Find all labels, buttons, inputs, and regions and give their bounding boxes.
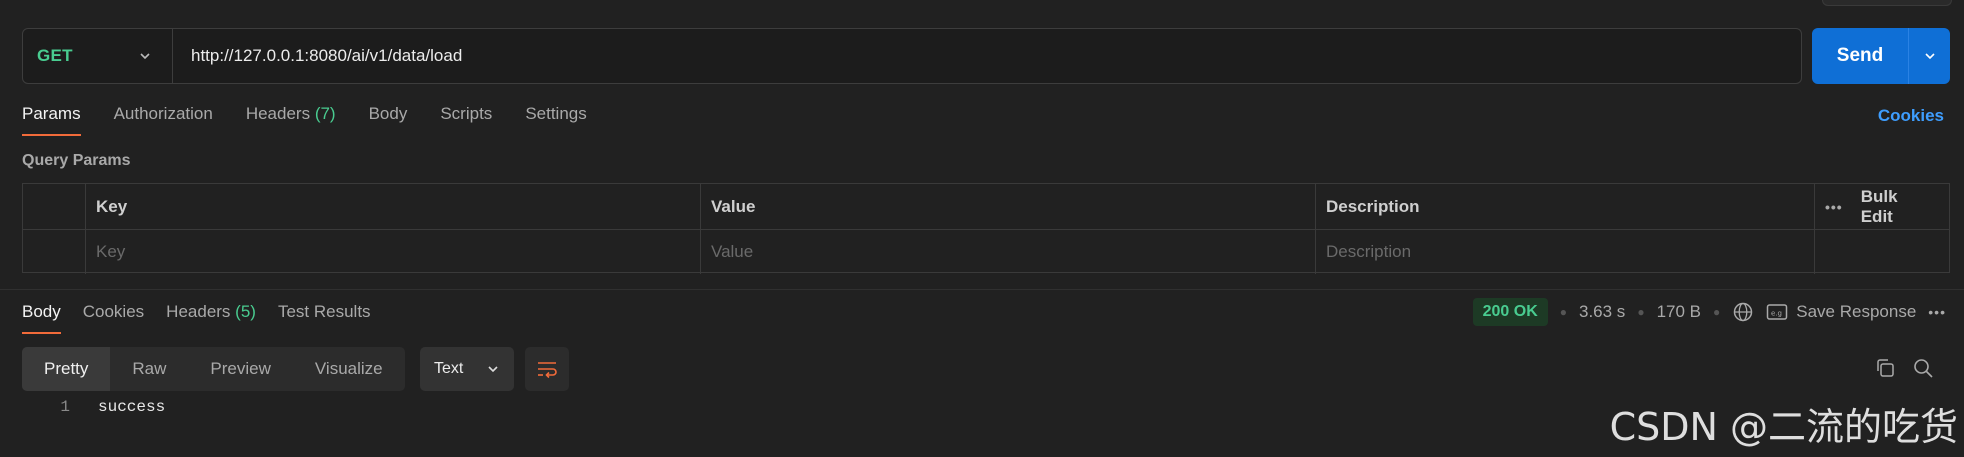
- method-label: GET: [37, 46, 73, 65]
- column-key: Key: [85, 184, 700, 229]
- tab-headers[interactable]: Headers (7): [246, 104, 336, 136]
- cookies-link[interactable]: Cookies: [1878, 106, 1944, 126]
- save-example-icon: e.g: [1767, 304, 1788, 320]
- chevron-down-icon: [488, 366, 498, 373]
- description-input[interactable]: Description: [1315, 230, 1814, 274]
- method-select[interactable]: GET: [23, 29, 173, 83]
- headers-count: (7): [314, 104, 336, 123]
- separator-dot: ●: [1713, 305, 1721, 319]
- url-bar: GET http://127.0.0.1:8080/ai/v1/data/loa…: [22, 28, 1802, 84]
- chevron-down-icon: [1924, 53, 1935, 60]
- line-number: 1: [60, 398, 70, 416]
- send-dropdown-button[interactable]: [1908, 28, 1950, 84]
- panel-divider[interactable]: [0, 289, 1964, 290]
- tab-response-headers[interactable]: Headers (5): [166, 302, 256, 334]
- request-tabs: Params Authorization Headers (7) Body Sc…: [22, 104, 587, 136]
- copy-icon: [1877, 359, 1894, 377]
- checkbox-column: [23, 184, 85, 229]
- table-header-row: Key Value Description ••• Bulk Edit: [23, 184, 1949, 229]
- globe-icon[interactable]: [1732, 301, 1754, 323]
- url-input[interactable]: http://127.0.0.1:8080/ai/v1/data/load: [173, 46, 462, 66]
- table-actions: ••• Bulk Edit: [1814, 184, 1949, 229]
- copy-button[interactable]: [1874, 357, 1896, 384]
- format-select[interactable]: Text: [420, 347, 514, 391]
- response-headers-count: (5): [235, 302, 256, 321]
- key-input[interactable]: Key: [85, 230, 700, 274]
- wrap-lines-icon: [538, 362, 557, 379]
- code-line: success: [98, 398, 166, 416]
- view-raw[interactable]: Raw: [110, 347, 188, 391]
- csdn-watermark: CSDN @二流的吃货: [1609, 405, 1958, 449]
- query-params-title: Query Params: [22, 152, 131, 169]
- status-badge[interactable]: 200 OK: [1472, 298, 1548, 326]
- view-pretty[interactable]: Pretty: [22, 347, 111, 391]
- separator-dot: ●: [1637, 305, 1645, 319]
- top-corner-widget: [1822, 0, 1952, 6]
- tab-authorization[interactable]: Authorization: [114, 104, 213, 136]
- wrap-lines-button[interactable]: [525, 347, 569, 391]
- postman-window: GET http://127.0.0.1:8080/ai/v1/data/loa…: [0, 0, 1964, 457]
- tab-settings[interactable]: Settings: [525, 104, 586, 136]
- tab-response-cookies[interactable]: Cookies: [83, 302, 144, 334]
- tab-params[interactable]: Params: [22, 104, 81, 136]
- search-button[interactable]: [1912, 357, 1934, 384]
- response-tabs: Body Cookies Headers (5) Test Results: [22, 302, 371, 334]
- format-label: Text: [434, 360, 464, 377]
- svg-text:e.g: e.g: [1771, 310, 1782, 318]
- table-row: Key Value Description: [23, 229, 1949, 274]
- bulk-edit-button[interactable]: Bulk Edit: [1861, 187, 1931, 227]
- view-mode-segmented: Pretty Raw Preview Visualize: [22, 347, 405, 391]
- value-input[interactable]: Value: [700, 230, 1315, 274]
- params-table: Key Value Description ••• Bulk Edit Key …: [22, 183, 1950, 274]
- more-options-icon[interactable]: •••: [1825, 199, 1843, 215]
- response-meta: 200 OK ● 3.63 s ● 170 B ● e.g Save Respo…: [1472, 298, 1946, 326]
- send-button-group: Send: [1812, 28, 1950, 84]
- column-description: Description: [1315, 184, 1814, 229]
- tab-body[interactable]: Body: [369, 104, 408, 136]
- view-visualize[interactable]: Visualize: [293, 347, 405, 391]
- tab-test-results[interactable]: Test Results: [278, 302, 371, 334]
- save-response-button[interactable]: e.g Save Response: [1766, 302, 1916, 322]
- column-value: Value: [700, 184, 1315, 229]
- separator-dot: ●: [1559, 305, 1567, 319]
- response-more-icon[interactable]: •••: [1928, 304, 1946, 320]
- chevron-down-icon: [140, 53, 150, 60]
- send-button[interactable]: Send: [1812, 28, 1908, 84]
- view-preview[interactable]: Preview: [188, 347, 292, 391]
- response-body-code[interactable]: 1 success: [50, 398, 165, 416]
- row-checkbox-cell: [23, 230, 85, 274]
- response-time[interactable]: 3.63 s: [1579, 302, 1625, 322]
- tab-scripts[interactable]: Scripts: [440, 104, 492, 136]
- save-response-label: Save Response: [1796, 302, 1917, 321]
- search-icon: [1914, 359, 1933, 378]
- row-actions-cell: [1814, 230, 1949, 274]
- response-size[interactable]: 170 B: [1657, 302, 1701, 322]
- tab-response-body[interactable]: Body: [22, 302, 61, 334]
